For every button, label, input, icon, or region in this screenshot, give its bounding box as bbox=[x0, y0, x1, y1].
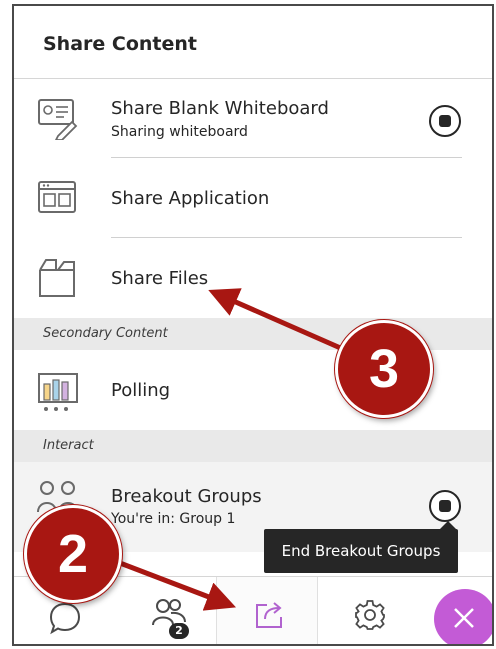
callout-step-2: 2 bbox=[24, 505, 122, 603]
callout-step-3: 3 bbox=[335, 320, 433, 418]
